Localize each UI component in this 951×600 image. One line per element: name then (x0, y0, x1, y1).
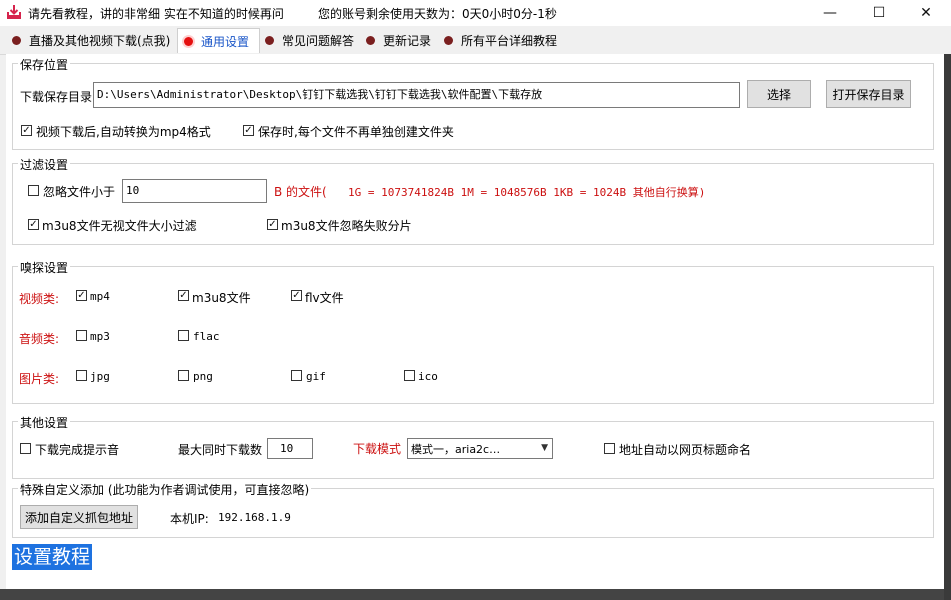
m3u8-ignore-fail-label: m3u8文件忽略失败分片 (281, 219, 412, 233)
jpg-label: jpg (90, 370, 110, 383)
save-group-label: 保存位置 (18, 56, 71, 73)
flac-checkbox[interactable] (178, 330, 189, 341)
image-type-label: 图片类: (19, 372, 60, 386)
audio-type-label: 音频类: (19, 332, 60, 346)
add-custom-address-button[interactable]: 添加自定义抓包地址 (20, 505, 138, 529)
tab-general-settings[interactable]: 通用设置 (177, 28, 261, 53)
save-dir-input[interactable]: D:\Users\Administrator\Desktop\钉钉下载选我\钉钉… (93, 82, 740, 108)
choose-dir-button[interactable]: 选择 (747, 80, 811, 108)
tab-dot-icon (184, 36, 193, 46)
auto-title-name-checkbox[interactable] (604, 443, 615, 454)
no-folder-checkbox[interactable]: ✓ (243, 125, 254, 136)
tab-label: 所有平台详细教程 (461, 33, 558, 48)
window-edge (944, 54, 951, 600)
ignore-small-checkbox[interactable] (28, 185, 39, 196)
settings-tutorial-link[interactable]: 设置教程 (12, 544, 93, 570)
minimize-button[interactable]: — (807, 0, 853, 26)
tab-dot-icon (366, 35, 375, 45)
tab-label: 常见问题解答 (282, 33, 355, 48)
tab-label: 通用设置 (201, 34, 250, 49)
other-group-label: 其他设置 (18, 414, 71, 431)
custom-group-label: 特殊自定义添加 (此功能为作者调试使用，可直接忽略) (18, 481, 312, 498)
ico-label: ico (418, 370, 438, 383)
close-button[interactable]: ✕ (903, 0, 949, 26)
ico-checkbox[interactable] (404, 370, 415, 381)
sniff-group-label: 嗅探设置 (18, 259, 71, 276)
tab-label: 直播及其他视频下载(点我) (29, 33, 171, 48)
window-title: 请先看教程，讲的非常细 实在不知道的时候再问 (28, 7, 284, 21)
tab-faq[interactable]: 常见问题解答 (265, 28, 354, 52)
size-unit-text: B 的文件( (274, 185, 327, 199)
download-mode-label: 下载模式 (353, 442, 402, 456)
sniff-group (12, 266, 934, 404)
m3u8-no-size-checkbox[interactable]: ✓ (28, 219, 39, 230)
auto-title-name-label: 地址自动以网页标题命名 (619, 443, 752, 457)
maximize-button[interactable]: ☐ (856, 0, 902, 26)
size-threshold-input[interactable]: 10 (122, 179, 267, 203)
local-ip-label: 本机IP: (170, 512, 209, 526)
tab-dot-icon (444, 35, 453, 45)
tab-platform-tutorials[interactable]: 所有平台详细教程 (444, 28, 557, 52)
completion-sound-checkbox[interactable] (20, 443, 31, 454)
flv-checkbox[interactable]: ✓ (291, 290, 302, 301)
tab-changelog[interactable]: 更新记录 (366, 28, 431, 52)
ignore-small-label: 忽略文件小于 (43, 185, 116, 199)
convert-mp4-label: 视频下载后,自动转换为mp4格式 (36, 125, 211, 139)
mp3-label: mp3 (90, 330, 110, 343)
no-folder-label: 保存时,每个文件不再单独创建文件夹 (258, 125, 454, 139)
mp3-checkbox[interactable] (76, 330, 87, 341)
gif-label: gif (306, 370, 326, 383)
mp4-checkbox[interactable]: ✓ (76, 290, 87, 301)
size-conversion-text: 1G = 1073741824B 1M = 1048576B 1KB = 102… (348, 186, 706, 199)
mp4-label: mp4 (90, 290, 110, 303)
completion-sound-label: 下载完成提示音 (35, 443, 120, 457)
download-mode-select[interactable]: 模式一，aria2c… ▼ (407, 438, 553, 459)
tab-dot-icon (265, 35, 274, 45)
download-mode-value: 模式一，aria2c… (411, 442, 501, 456)
local-ip-value: 192.168.1.9 (218, 511, 291, 524)
download-app-icon (7, 5, 21, 19)
png-label: png (193, 370, 213, 383)
m3u8-ignore-fail-checkbox[interactable]: ✓ (267, 219, 278, 230)
tab-dot-icon (12, 35, 21, 45)
flv-label: flv文件 (305, 291, 344, 305)
remaining-days-text: 您的账号剩余使用天数为：0天0小时0分-1秒 (318, 7, 557, 21)
save-dir-label: 下载保存目录 (20, 90, 93, 104)
convert-mp4-checkbox[interactable]: ✓ (21, 125, 32, 136)
video-type-label: 视频类: (19, 292, 60, 306)
open-save-dir-button[interactable]: 打开保存目录 (826, 80, 911, 108)
png-checkbox[interactable] (178, 370, 189, 381)
m3u8-checkbox[interactable]: ✓ (178, 290, 189, 301)
gif-checkbox[interactable] (291, 370, 302, 381)
tab-label: 更新记录 (383, 33, 432, 48)
m3u8-no-size-label: m3u8文件无视文件大小过滤 (42, 219, 197, 233)
max-downloads-label: 最大同时下载数 (178, 443, 263, 457)
tab-live-download[interactable]: 直播及其他视频下载(点我) (12, 28, 170, 52)
max-downloads-input[interactable]: 10 (267, 438, 313, 459)
m3u8-label: m3u8文件 (192, 291, 251, 305)
filter-group-label: 过滤设置 (18, 156, 71, 173)
window-bottom-edge (0, 589, 944, 600)
jpg-checkbox[interactable] (76, 370, 87, 381)
flac-label: flac (193, 330, 220, 343)
chevron-down-icon: ▼ (541, 443, 548, 453)
